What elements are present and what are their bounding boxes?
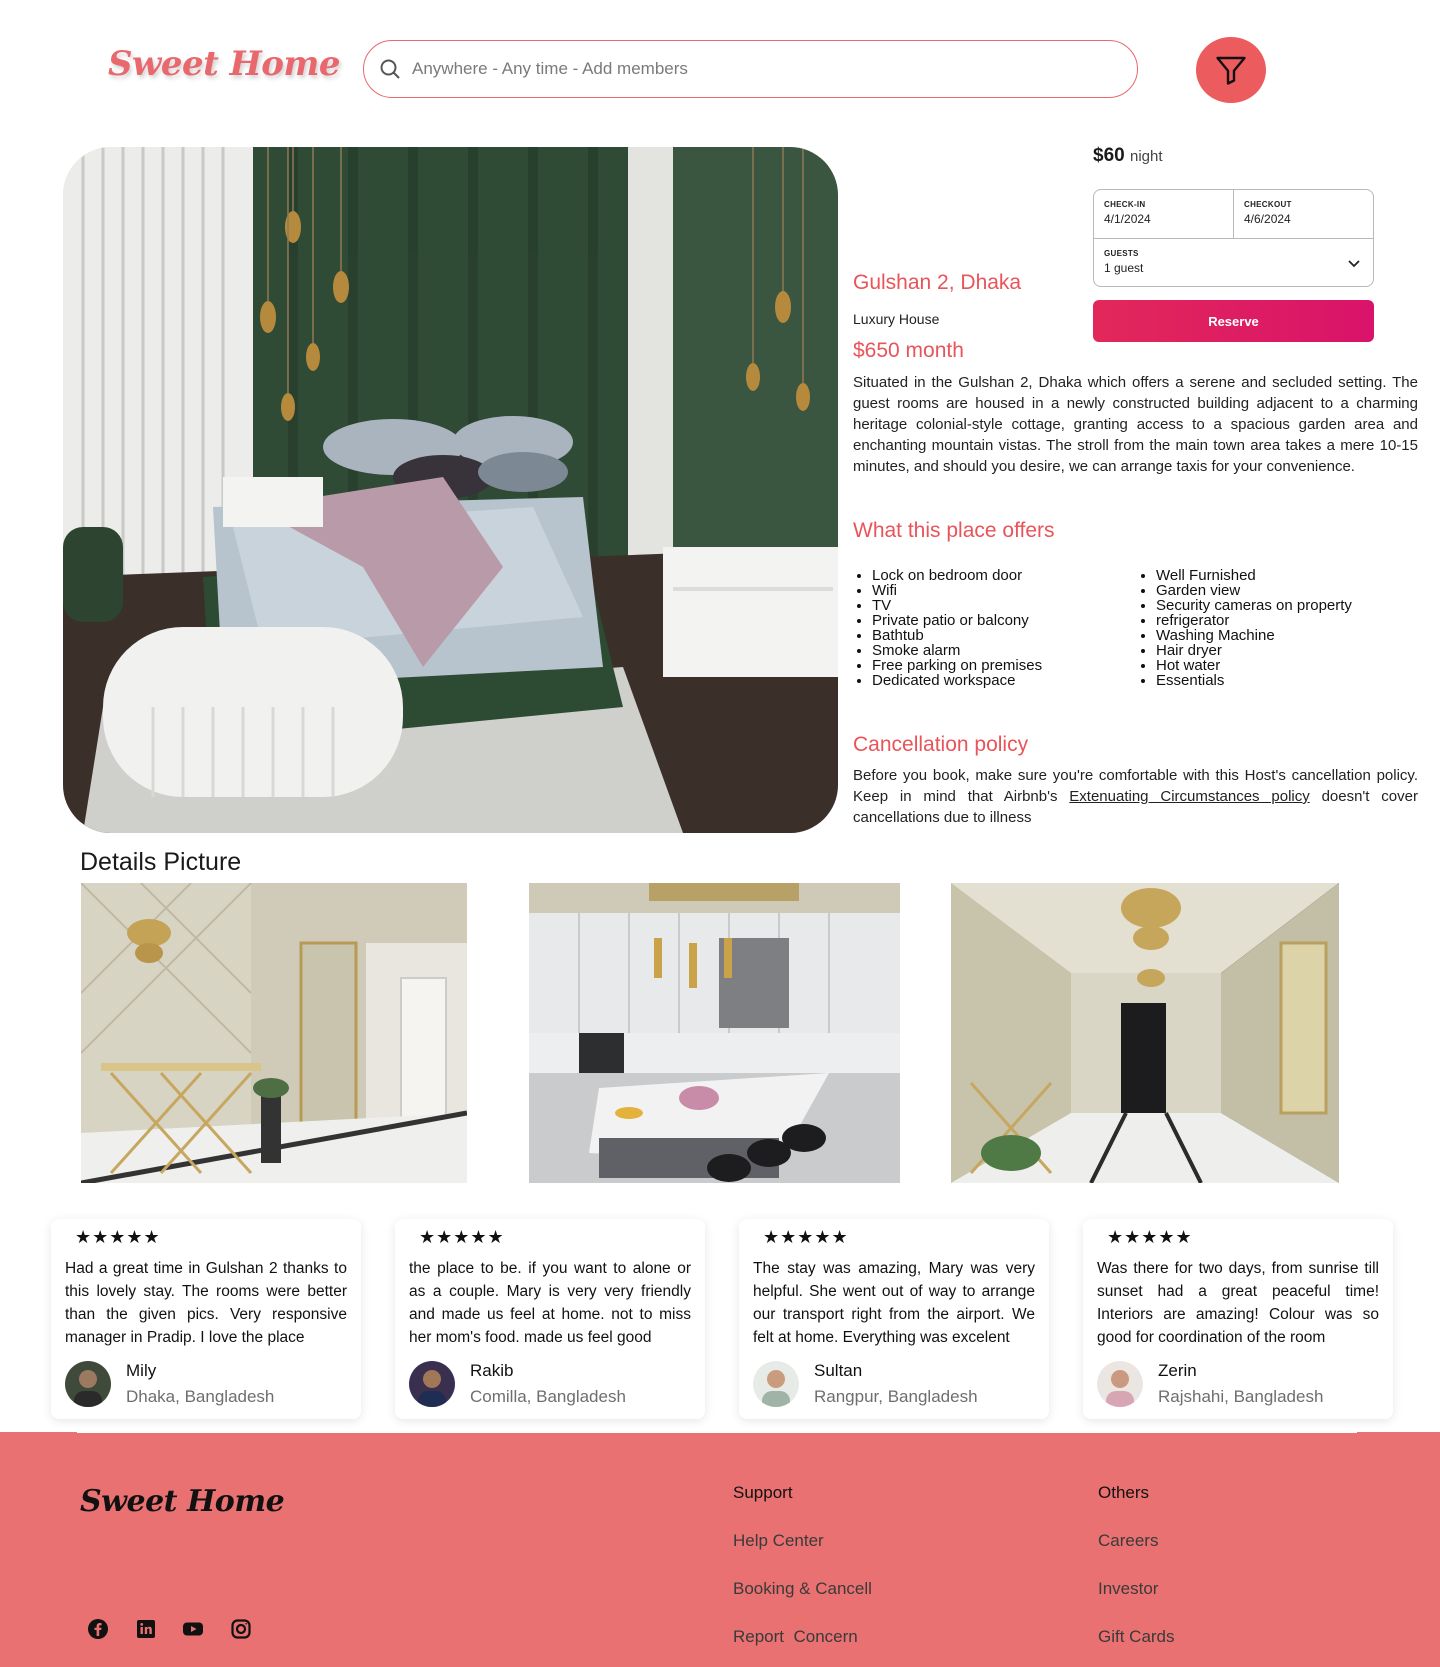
checkout-label: CHECKOUT (1244, 200, 1292, 209)
footer-link-investor[interactable]: Investor (1098, 1579, 1158, 1599)
amenity-item: Security cameras on property (1156, 598, 1417, 613)
amenities-list-left: Lock on bedroom door Wifi TV Private pat… (853, 568, 1133, 688)
hallway-photo (81, 883, 467, 1183)
amenity-item: Hot water (1156, 658, 1417, 673)
property-type: Luxury House (853, 311, 940, 327)
reviewer-name: Mily (126, 1361, 157, 1380)
avatar (753, 1361, 799, 1407)
amenity-item: Hair dryer (1156, 643, 1417, 658)
review-text: Was there for two days, from sunrise til… (1097, 1260, 1379, 1346)
amenity-item: Free parking on premises (872, 658, 1133, 673)
avatar (1097, 1361, 1143, 1407)
search-bar[interactable] (363, 40, 1138, 98)
footer-others-title: Others (1098, 1483, 1150, 1502)
review-text: the place to be. if you want to alone or… (409, 1260, 691, 1346)
reviewer-location: Rajshahi, Bangladesh (1158, 1387, 1324, 1406)
nightly-price-unit: night (1129, 148, 1163, 165)
checkout-value: 4/6/2024 (1244, 212, 1291, 226)
rating-stars: ★★★★★ (75, 1227, 161, 1247)
checkin-value: 4/1/2024 (1104, 212, 1151, 226)
booking-form: CHECK-IN 4/1/2024 CHECKOUT 4/6/2024 GUES… (1093, 189, 1374, 287)
footer-link-booking-cancel[interactable]: Booking & Cancell (733, 1579, 872, 1599)
reviewer-name: Rakib (470, 1361, 514, 1380)
amenity-item: Wifi (872, 583, 1133, 598)
extenuating-circumstances-link[interactable]: Extenuating Circumstances policy (1069, 788, 1309, 805)
amenity-item: Dedicated workspace (872, 673, 1133, 688)
facebook-icon[interactable] (86, 1617, 110, 1641)
listing-location: Gulshan 2, Dhaka (853, 271, 1022, 294)
listing-description: Situated in the Gulshan 2, Dhaka which o… (853, 374, 1418, 475)
corridor-photo (951, 883, 1339, 1183)
footer-link-report-concern[interactable]: Report Concern (733, 1627, 858, 1647)
chevron-down-icon (1348, 260, 1360, 268)
nightly-price: $60 night (1093, 145, 1163, 167)
instagram-icon[interactable] (229, 1617, 253, 1641)
footer-link-help-center[interactable]: Help Center (733, 1531, 824, 1551)
reviewer-location: Rangpur, Bangladesh (814, 1387, 978, 1406)
linkedin-icon[interactable] (134, 1617, 158, 1641)
checkin-label: CHECK-IN (1104, 200, 1146, 209)
amenity-item: Private patio or balcony (872, 613, 1133, 628)
guests-select[interactable]: GUESTS 1 guest (1094, 239, 1374, 287)
reviewer-location: Comilla, Bangladesh (470, 1387, 626, 1406)
checkout-field[interactable]: CHECKOUT 4/6/2024 (1234, 190, 1374, 239)
amenity-item: Garden view (1156, 583, 1417, 598)
cancellation-title: Cancellation policy (853, 733, 1029, 756)
detail-photo-corridor[interactable] (951, 883, 1339, 1183)
reviewer-name: Sultan (814, 1361, 863, 1380)
details-picture-title: Details Picture (80, 848, 242, 876)
detail-photo-hallway[interactable] (81, 883, 467, 1183)
amenity-item: Essentials (1156, 673, 1417, 688)
amenity-item: Well Furnished (1156, 568, 1417, 583)
footer-support-title: Support (733, 1483, 793, 1502)
amenity-item: Lock on bedroom door (872, 568, 1133, 583)
cancellation-text: Before you book, make sure you're comfor… (853, 765, 1418, 828)
rating-stars: ★★★★★ (1107, 1227, 1193, 1247)
footer-divider (77, 1432, 1357, 1433)
reviewer-location: Dhaka, Bangladesh (126, 1387, 275, 1406)
footer (0, 1432, 1440, 1667)
brand-logo[interactable]: Sweet Home (108, 44, 341, 84)
review-card: ★★★★★ The stay was amazing, Mary was ver… (739, 1219, 1049, 1419)
rating-stars: ★★★★★ (763, 1227, 849, 1247)
amenity-item: Washing Machine (1156, 628, 1417, 643)
guests-label: GUESTS (1104, 249, 1139, 258)
reserve-button[interactable]: Reserve (1093, 300, 1374, 342)
amenity-item: Smoke alarm (872, 643, 1133, 658)
footer-link-gift-cards[interactable]: Gift Cards (1098, 1627, 1175, 1647)
filter-button[interactable] (1196, 37, 1266, 103)
footer-logo[interactable]: Sweet Home (80, 1484, 285, 1519)
monthly-price: $650 month (853, 339, 964, 362)
amenity-item: Bathtub (872, 628, 1133, 643)
guests-value: 1 guest (1104, 261, 1144, 275)
amenity-item: TV (872, 598, 1133, 613)
rating-stars: ★★★★★ (419, 1227, 505, 1247)
offers-title: What this place offers (853, 519, 1055, 542)
amenity-item: refrigerator (1156, 613, 1417, 628)
checkin-field[interactable]: CHECK-IN 4/1/2024 (1094, 190, 1234, 239)
review-card: ★★★★★ Was there for two days, from sunri… (1083, 1219, 1393, 1419)
youtube-icon[interactable] (181, 1617, 205, 1641)
avatar (65, 1361, 111, 1407)
review-text: The stay was amazing, Mary was very help… (753, 1260, 1035, 1346)
review-card: ★★★★★ Had a great time in Gulshan 2 than… (51, 1219, 361, 1419)
bedroom-photo (63, 147, 838, 833)
amenities-list-right: Well Furnished Garden view Security came… (1137, 568, 1417, 688)
review-text: Had a great time in Gulshan 2 thanks to … (65, 1260, 347, 1346)
filter-icon (1216, 56, 1246, 85)
nightly-price-value: $60 (1093, 145, 1125, 166)
search-icon (380, 59, 400, 79)
review-card: ★★★★★ the place to be. if you want to al… (395, 1219, 705, 1419)
detail-photo-kitchen[interactable] (529, 883, 900, 1183)
search-input[interactable] (412, 59, 1092, 79)
hero-bedroom-image[interactable] (63, 147, 838, 833)
footer-link-careers[interactable]: Careers (1098, 1531, 1158, 1551)
reviewer-name: Zerin (1158, 1361, 1197, 1380)
kitchen-photo (529, 883, 900, 1183)
avatar (409, 1361, 455, 1407)
